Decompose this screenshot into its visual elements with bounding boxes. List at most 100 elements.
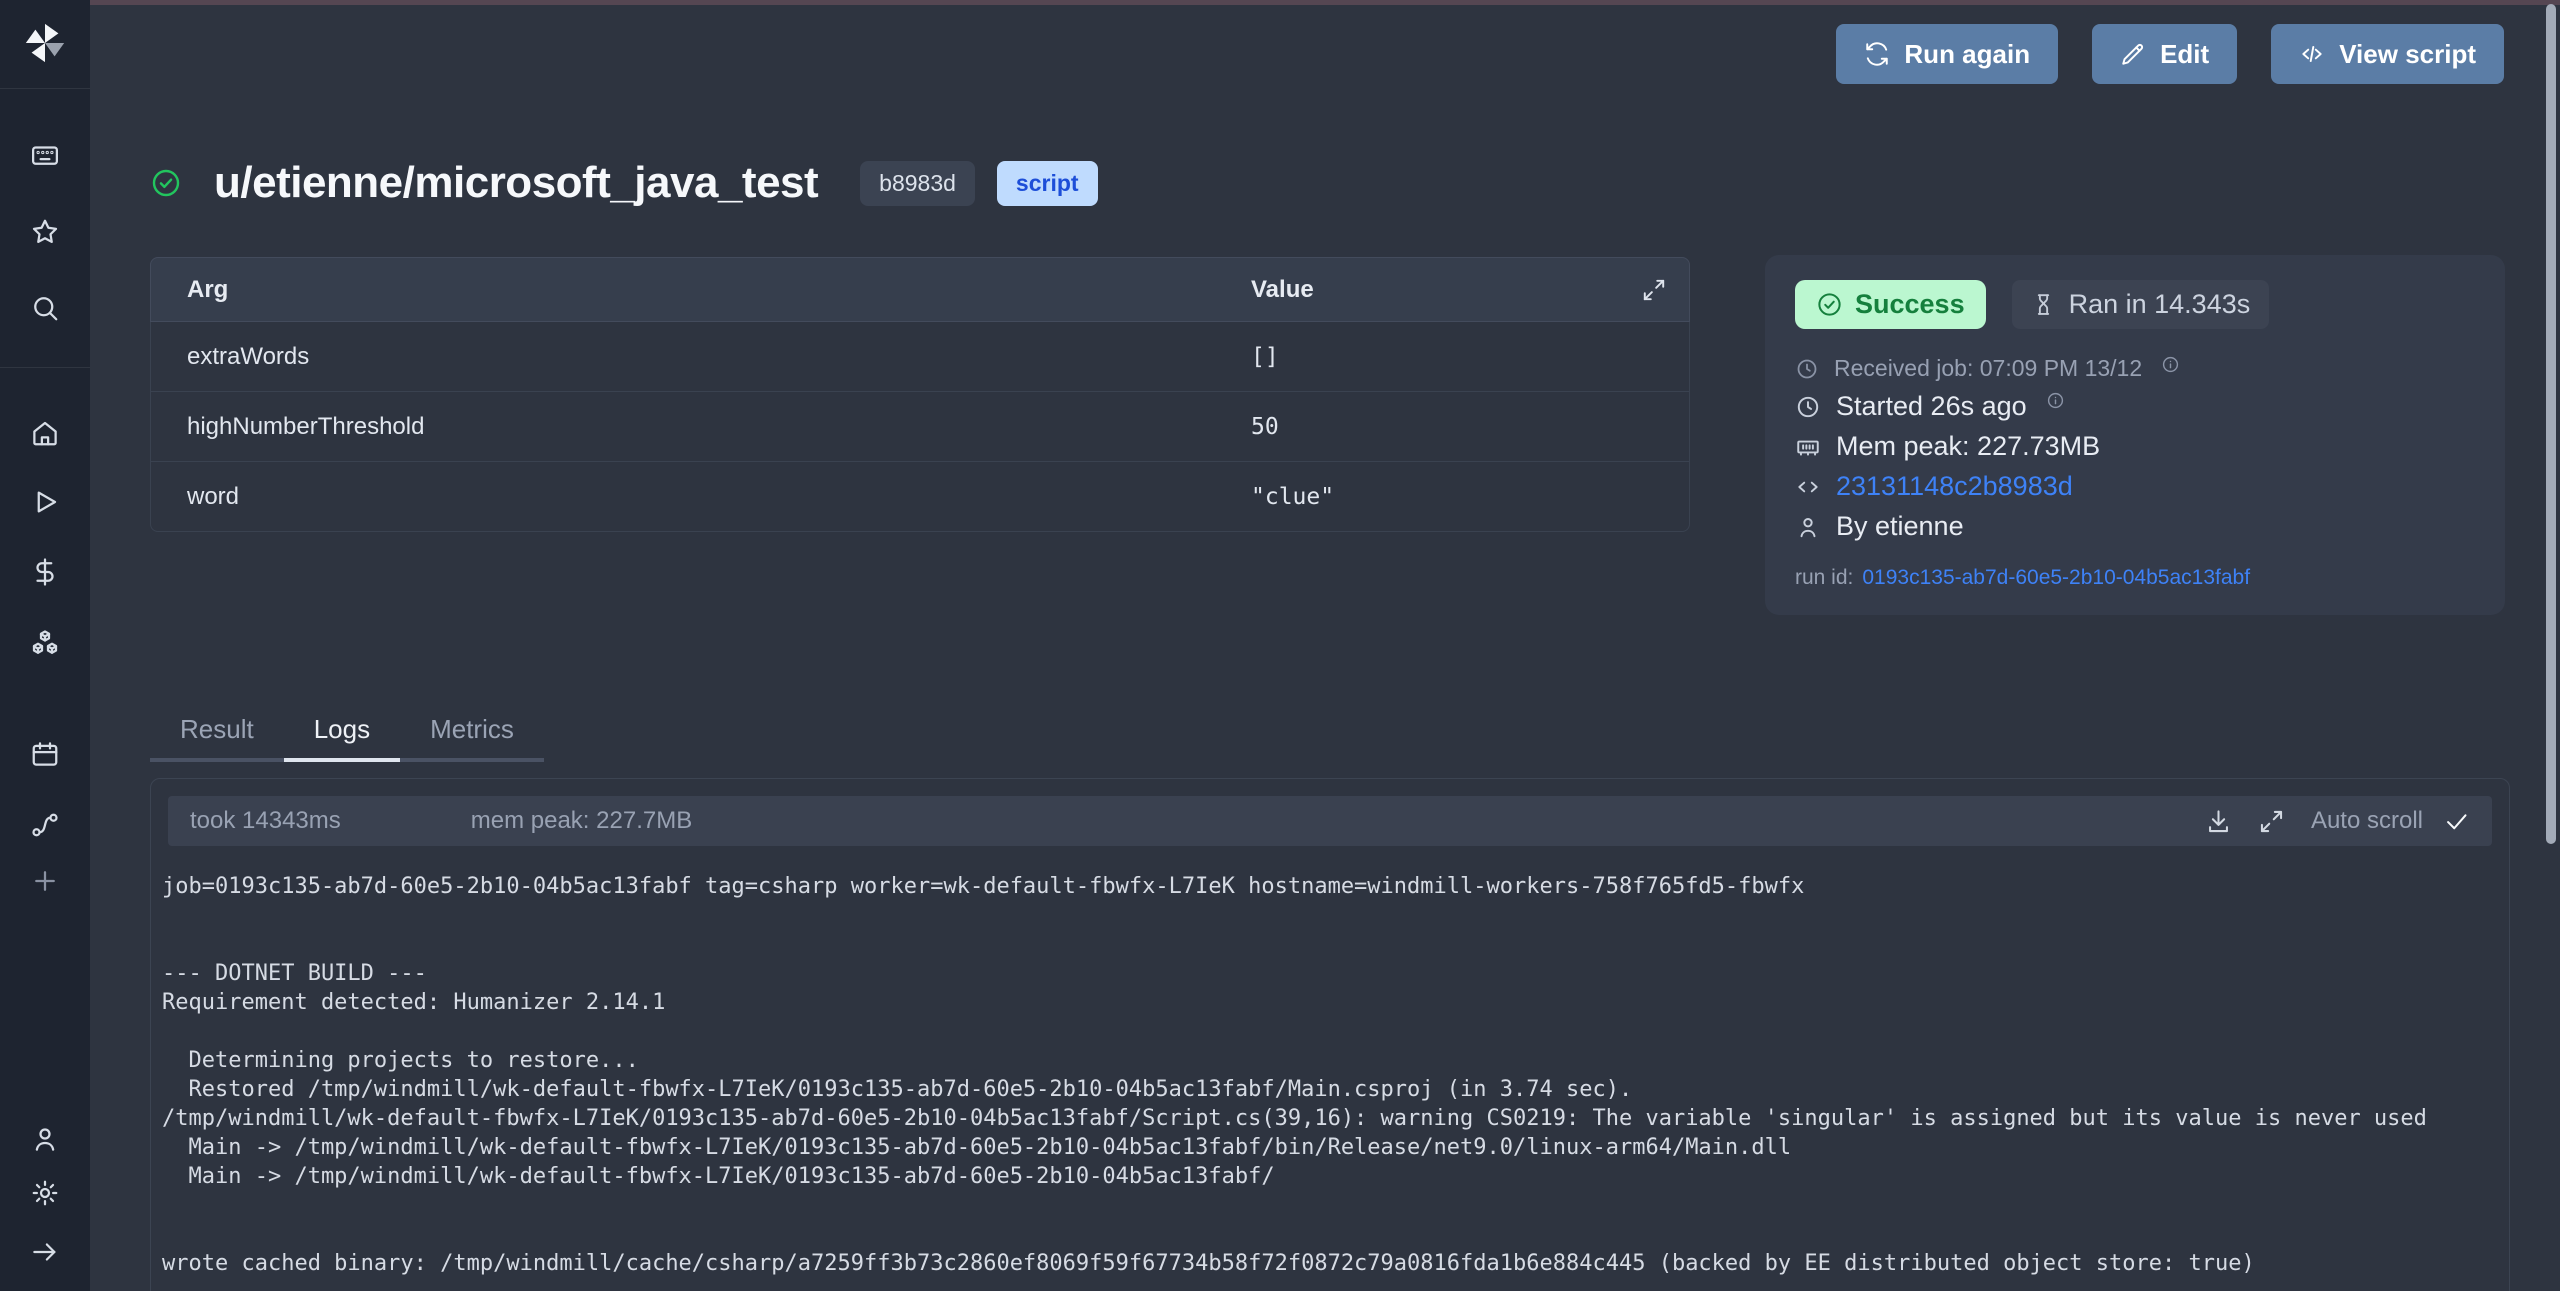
action-buttons: Run again Edit View script (1836, 24, 2504, 84)
run-id-row: run id: 0193c135-ab7d-60e5-2b10-04b5ac13… (1795, 566, 2475, 590)
script-hash-link[interactable]: 23131148c2b8983d (1836, 471, 2073, 502)
arg-value: "clue" (1251, 484, 1334, 510)
received-row: Received job: 07:09 PM 13/12 (1795, 355, 2475, 382)
download-icon[interactable] (2205, 808, 2232, 835)
sidebar-item-home[interactable] (23, 411, 67, 455)
arg-name: highNumberThreshold (151, 413, 1251, 441)
gear-icon (30, 1178, 60, 1208)
sidebar-item-settings[interactable] (23, 1171, 67, 1215)
duration-chip: Ran in 14.343s (2012, 280, 2270, 329)
status-row: Success Ran in 14.343s (1795, 280, 2475, 329)
sidebar-item-account[interactable] (23, 1117, 67, 1161)
refresh-icon (1864, 41, 1890, 67)
table-row: highNumberThreshold 50 (150, 392, 1690, 462)
view-script-label: View script (2339, 39, 2476, 70)
sidebar (0, 0, 90, 1291)
keyboard-icon (30, 140, 60, 170)
title-row: u/etienne/microsoft_java_test b8983d scr… (150, 158, 1098, 208)
started-row: Started 26s ago (1795, 391, 2475, 422)
windmill-logo-icon[interactable] (22, 20, 68, 71)
args-table-header: Arg Value (150, 257, 1690, 322)
user-icon (30, 1124, 60, 1154)
dollar-icon (30, 557, 60, 587)
search-icon (30, 293, 60, 323)
sidebar-item-flows[interactable] (23, 803, 67, 847)
run-again-button[interactable]: Run again (1836, 24, 2058, 84)
hourglass-icon (2031, 292, 2056, 317)
column-header-value: Value (1251, 276, 1314, 304)
run-id-link[interactable]: 0193c135-ab7d-60e5-2b10-04b5ac13fabf (1862, 566, 2250, 590)
check-circle-icon (1816, 291, 1843, 318)
sidebar-item-favorites[interactable] (23, 210, 67, 254)
sidebar-item-workspace[interactable] (23, 133, 67, 177)
table-row: extraWords [] (150, 322, 1690, 392)
column-header-arg: Arg (151, 276, 1251, 304)
route-icon (30, 810, 60, 840)
autoscroll-label[interactable]: Auto scroll (2311, 807, 2423, 835)
checkmark-icon[interactable] (2443, 808, 2470, 835)
home-icon (30, 418, 60, 448)
log-mem-peak-label: mem peak: 227.7MB (471, 807, 692, 835)
code-icon (1795, 474, 1821, 500)
type-badge[interactable]: script (997, 161, 1098, 206)
author-label: By etienne (1836, 511, 1964, 542)
play-icon (30, 487, 60, 517)
sidebar-item-schedules[interactable] (23, 732, 67, 776)
status-label: Success (1855, 289, 1965, 320)
sidebar-item-collapse[interactable] (23, 1230, 67, 1274)
arrow-right-icon (30, 1237, 60, 1267)
arg-name: extraWords (151, 343, 1251, 371)
clock-icon (1795, 394, 1821, 420)
pencil-icon (2120, 41, 2146, 67)
success-check-icon (150, 167, 182, 199)
arg-name: word (151, 483, 1251, 511)
code-icon (2299, 41, 2325, 67)
sidebar-divider (0, 88, 90, 89)
status-badge: Success (1795, 280, 1986, 329)
tab-metrics[interactable]: Metrics (400, 714, 544, 762)
memory-icon (1795, 434, 1821, 460)
log-panel: took 14343ms mem peak: 227.7MB Auto scro… (150, 778, 2510, 1291)
edit-label: Edit (2160, 39, 2209, 70)
duration-label: Ran in 14.343s (2069, 289, 2251, 320)
page-title: u/etienne/microsoft_java_test (214, 158, 818, 208)
log-took-label: took 14343ms (190, 807, 341, 835)
started-label: Started 26s ago (1836, 391, 2027, 422)
job-details-card: Success Ran in 14.343s Received job: 07:… (1765, 255, 2505, 615)
sidebar-item-resources[interactable] (23, 621, 67, 665)
expand-icon[interactable] (2258, 808, 2285, 835)
script-hash-row: 23131148c2b8983d (1795, 471, 2475, 502)
edit-button[interactable]: Edit (2092, 24, 2237, 84)
star-icon (30, 217, 60, 247)
window-top-edge (0, 0, 2560, 5)
info-icon[interactable] (2046, 391, 2065, 410)
run-again-label: Run again (1904, 39, 2030, 70)
version-badge: b8983d (860, 161, 975, 206)
result-tabs: Result Logs Metrics (150, 714, 544, 762)
sidebar-item-add[interactable] (23, 859, 67, 903)
received-label: Received job: 07:09 PM 13/12 (1834, 355, 2142, 382)
arg-value: 50 (1251, 414, 1279, 440)
log-output[interactable]: job=0193c135-ab7d-60e5-2b10-04b5ac13fabf… (151, 872, 2509, 1278)
expand-icon[interactable] (1641, 277, 1667, 303)
page-scrollbar[interactable] (2546, 4, 2556, 844)
sidebar-item-variables[interactable] (23, 550, 67, 594)
boxes-icon (30, 628, 60, 658)
args-table: Arg Value extraWords [] highNumberThresh… (150, 257, 1690, 532)
mem-peak-label: Mem peak: 227.73MB (1836, 431, 2100, 462)
plus-icon (30, 866, 60, 896)
run-id-label: run id: (1795, 566, 1853, 590)
view-script-button[interactable]: View script (2271, 24, 2504, 84)
sidebar-divider (0, 367, 90, 368)
tab-logs[interactable]: Logs (284, 714, 400, 762)
log-header: took 14343ms mem peak: 227.7MB Auto scro… (168, 796, 2492, 846)
sidebar-item-search[interactable] (23, 286, 67, 330)
calendar-icon (30, 739, 60, 769)
tab-result[interactable]: Result (150, 714, 284, 762)
clock-icon (1795, 357, 1819, 381)
table-row: word "clue" (150, 462, 1690, 532)
info-icon[interactable] (2161, 355, 2180, 374)
mem-peak-row: Mem peak: 227.73MB (1795, 431, 2475, 462)
user-icon (1795, 514, 1821, 540)
sidebar-item-runs[interactable] (23, 480, 67, 524)
